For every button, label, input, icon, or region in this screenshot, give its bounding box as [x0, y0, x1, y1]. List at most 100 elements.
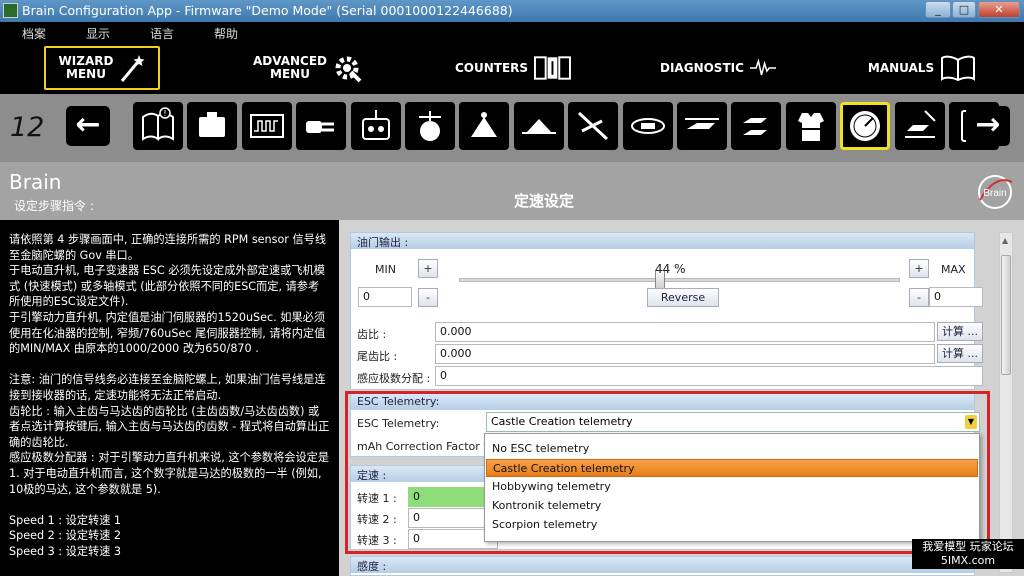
governor-gauge-icon: [850, 111, 881, 141]
step-heli-rescue-icon[interactable]: [894, 102, 945, 150]
manuals-button[interactable]: MANUALS: [864, 46, 980, 90]
sensitivity-group-header: 感度 :: [351, 557, 974, 573]
pole-divider-label: 感应极数分配 :: [357, 372, 431, 385]
page-title: 定速设定: [514, 192, 575, 210]
instruction-line: [9, 357, 330, 373]
tail-gyro-icon: [630, 118, 665, 134]
throttle-min-label: MIN: [375, 263, 396, 276]
window-titlebar: Brain Configuration App - Firmware "Demo…: [0, 0, 1024, 22]
wizard-menu-button[interactable]: WIZARD MENU: [44, 46, 160, 90]
step-motor-icon[interactable]: [187, 102, 238, 150]
wizard-label-line2: MENU: [66, 67, 106, 81]
throttle-min-plus-button[interactable]: +: [418, 259, 438, 278]
forum-watermark: 我爱模型 玩家论坛 5IMX.com: [912, 539, 1024, 569]
instructions-subtitle: 设定步骤指令 :: [14, 199, 94, 213]
helicopter-icon: [685, 118, 719, 129]
heli-rescue-icon: [904, 110, 936, 138]
chevron-down-icon[interactable]: ▼: [965, 415, 977, 429]
menu-language[interactable]: 语言: [150, 25, 174, 42]
menu-file[interactable]: 档案: [22, 25, 46, 42]
instruction-line: 齿轮比 : 输入主齿与马达齿的齿轮比 (主齿齿数/马达齿齿数) 或者点选计算按键…: [9, 404, 330, 449]
counter-digits-icon: [534, 56, 571, 80]
maximize-button[interactable]: □: [952, 1, 976, 18]
gear-ratio-calc-button[interactable]: 计算 ...: [937, 322, 983, 341]
watermark-line2: 5IMX.com: [940, 554, 996, 567]
instructions-panel: 请依照第 4 步骤画面中, 正确的连接所需的 RPM sensor 信号线至金脑…: [0, 220, 339, 576]
radio-transmitter-icon: [361, 110, 390, 140]
throttle-max-minus-button[interactable]: -: [909, 288, 929, 307]
step-helicopter-icon[interactable]: [677, 102, 727, 150]
instruction-line: Speed 1 : 设定转速 1: [9, 513, 122, 527]
step-swashplate-level-icon[interactable]: [513, 102, 564, 150]
watermark-line1: 我爱模型 玩家论坛: [922, 540, 1014, 553]
open-book-icon: [941, 55, 976, 81]
esc-option[interactable]: Castle Creation telemetry: [486, 459, 978, 477]
swashplate-level-icon: [521, 119, 556, 134]
scroll-up-icon[interactable]: ▲: [1002, 236, 1008, 245]
instruction-line: [9, 559, 330, 575]
step-number: 12: [10, 112, 45, 143]
step-swashplate-arm-icon[interactable]: [405, 102, 455, 150]
page-header: Brain 设定步骤指令 : 定速设定 Brain: [0, 162, 1024, 220]
throttle-min-input[interactable]: 0: [358, 287, 412, 307]
step-tail-gyro-icon[interactable]: [622, 102, 673, 150]
tail-ratio-input[interactable]: 0.000: [435, 344, 935, 364]
close-button[interactable]: ✕: [978, 1, 1020, 18]
brand-name: Brain: [9, 170, 62, 194]
step-safety-vest-icon[interactable]: [785, 102, 836, 150]
wizard-steps-bar: 12 ← ! →: [0, 94, 1024, 162]
pulse-wave-icon: [749, 58, 776, 76]
reverse-button[interactable]: Reverse: [647, 288, 719, 307]
diagnostic-button[interactable]: DIAGNOSTIC: [660, 46, 776, 90]
counters-label: COUNTERS: [455, 61, 529, 75]
scrollbar-thumb[interactable]: [1001, 255, 1011, 375]
esc-option[interactable]: Scorpion telemetry: [486, 516, 978, 534]
esc-option[interactable]: Hobbywing telemetry: [486, 478, 978, 496]
advanced-label-line2: MENU: [270, 67, 310, 81]
counters-button[interactable]: COUNTERS: [455, 46, 571, 90]
step-swashplate-icon[interactable]: [459, 102, 510, 150]
throttle-percent: 44 %: [655, 262, 686, 276]
step-manual-warning-icon[interactable]: !: [133, 102, 183, 150]
throttle-max-plus-button[interactable]: +: [909, 259, 929, 278]
esc-option[interactable]: No ESC telemetry: [486, 440, 978, 458]
esc-selected-value: Castle Creation telemetry: [491, 415, 633, 428]
step-governor-gauge-icon[interactable]: [840, 102, 891, 150]
gear-ratio-input[interactable]: 0.000: [435, 322, 935, 342]
menu-help[interactable]: 帮助: [214, 25, 238, 42]
previous-step-button[interactable]: ←: [66, 106, 110, 146]
step-connector-plug-icon[interactable]: [296, 102, 347, 150]
config-scrollbar[interactable]: ▲: [999, 232, 1013, 573]
step-radio-transmitter-icon[interactable]: [350, 102, 401, 150]
tail-ratio-calc-button[interactable]: 计算 ...: [937, 344, 983, 363]
step-tail-rotor-icon[interactable]: [568, 102, 619, 150]
throttle-slider-track[interactable]: [459, 278, 900, 282]
manual-warning-icon: !: [142, 107, 174, 141]
diagnostic-label: DIAGNOSTIC: [660, 61, 744, 75]
next-step-button[interactable]: →: [966, 106, 1010, 146]
esc-option[interactable]: Kontronik telemetry: [486, 497, 978, 515]
minimize-button[interactable]: _: [925, 1, 951, 18]
instruction-line: 于电动直升机, 电子变速器 ESC 必须先设定成外部定速或飞机模式 (快速模式)…: [9, 264, 325, 309]
helicopter-stack-icon: [743, 118, 768, 135]
instruction-line: 感应极数分配器 : 对于引擎动力直升机来说, 这个参数将会设定是 1. 对于电动…: [9, 451, 330, 496]
pole-divider-input[interactable]: 0: [435, 366, 983, 386]
main-nav: WIZARD MENU ADVANCED MENU COUNTERS DIAGNOS…: [0, 42, 1024, 94]
esc-telemetry-select[interactable]: Castle Creation telemetry ▼: [486, 412, 980, 432]
esc-telemetry-options: No ESC telemetry Castle Creation telemetr…: [484, 433, 980, 542]
throttle-max-input[interactable]: 0: [929, 287, 983, 307]
advanced-menu-button[interactable]: ADVANCED MENU: [252, 46, 364, 90]
throttle-max-label: MAX: [941, 263, 966, 276]
svg-text:Brain: Brain: [983, 188, 1006, 199]
tail-ratio-label: 尾齿比 :: [357, 350, 398, 363]
step-helicopter-stack-icon[interactable]: [731, 102, 782, 150]
throttle-min-minus-button[interactable]: -: [418, 288, 438, 307]
instruction-line: Speed 3 : 设定转速 3: [9, 544, 122, 558]
throttle-group-header: 油门输出 :: [351, 233, 974, 249]
menu-bar: 档案 显示 语言 帮助: [0, 22, 1024, 42]
menu-view[interactable]: 显示: [86, 25, 110, 42]
tail-rotor-icon: [578, 111, 609, 141]
gear-wrench-icon: [335, 56, 362, 83]
pwm-signal-icon: [249, 114, 284, 138]
step-pwm-signal-icon[interactable]: [241, 102, 292, 150]
